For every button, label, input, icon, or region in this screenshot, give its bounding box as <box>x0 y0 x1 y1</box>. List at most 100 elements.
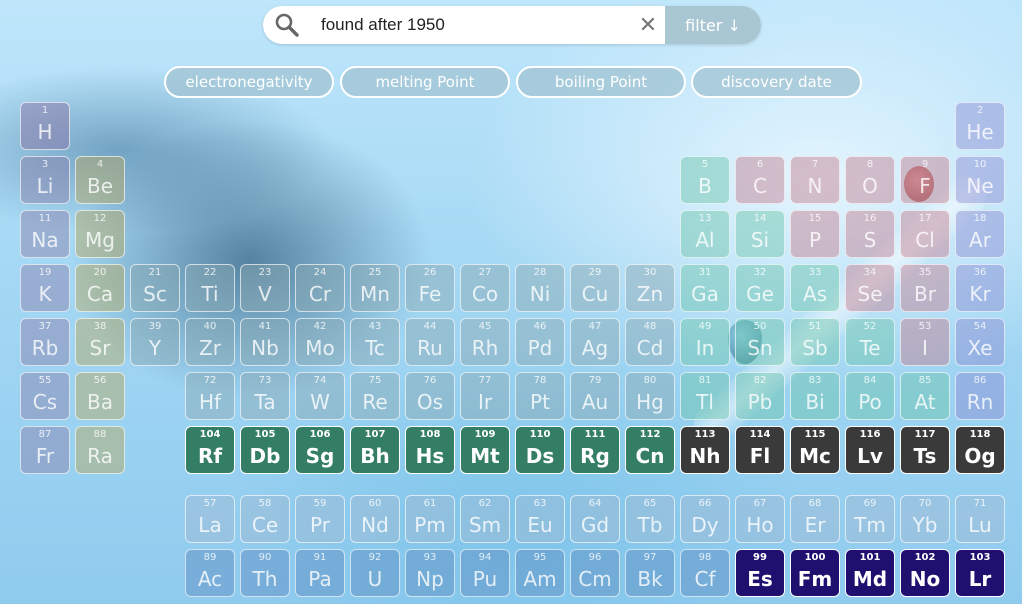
element-tile[interactable]: 68 Er <box>790 495 840 543</box>
element-tile[interactable]: 102 No <box>900 549 950 597</box>
element-tile[interactable]: 30 Zn <box>625 264 675 312</box>
element-tile[interactable]: 94 Pu <box>460 549 510 597</box>
element-tile[interactable]: 37 Rb <box>20 318 70 366</box>
element-tile[interactable]: 36 Kr <box>955 264 1005 312</box>
element-tile[interactable]: 118 Og <box>955 426 1005 474</box>
element-tile[interactable]: 81 Tl <box>680 372 730 420</box>
element-tile[interactable]: 88 Ra <box>75 426 125 474</box>
element-tile[interactable]: 3 Li <box>20 156 70 204</box>
element-tile[interactable]: 82 Pb <box>735 372 785 420</box>
element-tile[interactable]: 97 Bk <box>625 549 675 597</box>
element-tile[interactable]: 10 Ne <box>955 156 1005 204</box>
element-tile[interactable]: 79 Au <box>570 372 620 420</box>
sort-electronegativity-button[interactable]: electronegativity <box>164 66 334 98</box>
element-tile[interactable]: 45 Rh <box>460 318 510 366</box>
element-tile[interactable]: 105 Db <box>240 426 290 474</box>
element-tile[interactable]: 69 Tm <box>845 495 895 543</box>
element-tile[interactable]: 104 Rf <box>185 426 235 474</box>
element-tile[interactable]: 92 U <box>350 549 400 597</box>
element-tile[interactable]: 44 Ru <box>405 318 455 366</box>
element-tile[interactable]: 117 Ts <box>900 426 950 474</box>
element-tile[interactable]: 85 At <box>900 372 950 420</box>
element-tile[interactable]: 101 Md <box>845 549 895 597</box>
element-tile[interactable]: 48 Cd <box>625 318 675 366</box>
element-tile[interactable]: 77 Ir <box>460 372 510 420</box>
element-tile[interactable]: 43 Tc <box>350 318 400 366</box>
element-tile[interactable]: 66 Dy <box>680 495 730 543</box>
element-tile[interactable]: 63 Eu <box>515 495 565 543</box>
element-tile[interactable]: 98 Cf <box>680 549 730 597</box>
element-tile[interactable]: 114 Fl <box>735 426 785 474</box>
element-tile[interactable]: 35 Br <box>900 264 950 312</box>
element-tile[interactable]: 50 Sn <box>735 318 785 366</box>
element-tile[interactable]: 46 Pd <box>515 318 565 366</box>
element-tile[interactable]: 17 Cl <box>900 210 950 258</box>
element-tile[interactable]: 26 Fe <box>405 264 455 312</box>
element-tile[interactable]: 47 Ag <box>570 318 620 366</box>
element-tile[interactable]: 112 Cn <box>625 426 675 474</box>
element-tile[interactable]: 62 Sm <box>460 495 510 543</box>
element-tile[interactable]: 5B <box>680 156 730 204</box>
element-tile[interactable]: 49 In <box>680 318 730 366</box>
element-tile[interactable]: 109 Mt <box>460 426 510 474</box>
element-tile[interactable]: 11 Na <box>20 210 70 258</box>
sort-boiling-point-button[interactable]: boiling Point <box>516 66 686 98</box>
element-tile[interactable]: 111 Rg <box>570 426 620 474</box>
element-tile[interactable]: 20 Ca <box>75 264 125 312</box>
element-tile[interactable]: 9F <box>900 156 950 204</box>
element-tile[interactable]: 21 Sc <box>130 264 180 312</box>
element-tile[interactable]: 34 Se <box>845 264 895 312</box>
element-tile[interactable]: 6C <box>735 156 785 204</box>
element-tile[interactable]: 18 Ar <box>955 210 1005 258</box>
element-tile[interactable]: 57 La <box>185 495 235 543</box>
element-tile[interactable]: 14 Si <box>735 210 785 258</box>
element-tile[interactable]: 13 Al <box>680 210 730 258</box>
element-tile[interactable]: 19 K <box>20 264 70 312</box>
element-tile[interactable]: 65 Tb <box>625 495 675 543</box>
element-tile[interactable]: 39 Y <box>130 318 180 366</box>
filter-button[interactable]: filter ↓ <box>665 6 761 44</box>
element-tile[interactable]: 110 Ds <box>515 426 565 474</box>
element-tile[interactable]: 55 Cs <box>20 372 70 420</box>
element-tile[interactable]: 31 Ga <box>680 264 730 312</box>
element-tile[interactable]: 116 Lv <box>845 426 895 474</box>
element-tile[interactable]: 27 Co <box>460 264 510 312</box>
element-tile[interactable]: 16 S <box>845 210 895 258</box>
element-tile[interactable]: 58 Ce <box>240 495 290 543</box>
element-tile[interactable]: 84 Po <box>845 372 895 420</box>
element-tile[interactable]: 61 Pm <box>405 495 455 543</box>
element-tile[interactable]: 29 Cu <box>570 264 620 312</box>
element-tile[interactable]: 100 Fm <box>790 549 840 597</box>
element-tile[interactable]: 1H <box>20 102 70 150</box>
element-tile[interactable]: 42 Mo <box>295 318 345 366</box>
element-tile[interactable]: 75 Re <box>350 372 400 420</box>
element-tile[interactable]: 72 Hf <box>185 372 235 420</box>
element-tile[interactable]: 108 Hs <box>405 426 455 474</box>
element-tile[interactable]: 73 Ta <box>240 372 290 420</box>
element-tile[interactable]: 28 Ni <box>515 264 565 312</box>
element-tile[interactable]: 103 Lr <box>955 549 1005 597</box>
element-tile[interactable]: 83 Bi <box>790 372 840 420</box>
element-tile[interactable]: 106 Sg <box>295 426 345 474</box>
element-tile[interactable]: 54 Xe <box>955 318 1005 366</box>
element-tile[interactable]: 78 Pt <box>515 372 565 420</box>
sort-discovery-date-button[interactable]: discovery date <box>691 66 862 98</box>
element-tile[interactable]: 53 I <box>900 318 950 366</box>
element-tile[interactable]: 8O <box>845 156 895 204</box>
element-tile[interactable]: 96 Cm <box>570 549 620 597</box>
element-tile[interactable]: 15 P <box>790 210 840 258</box>
element-tile[interactable]: 60 Nd <box>350 495 400 543</box>
element-tile[interactable]: 87 Fr <box>20 426 70 474</box>
element-tile[interactable]: 38 Sr <box>75 318 125 366</box>
element-tile[interactable]: 99 Es <box>735 549 785 597</box>
element-tile[interactable]: 25 Mn <box>350 264 400 312</box>
element-tile[interactable]: 86 Rn <box>955 372 1005 420</box>
element-tile[interactable]: 12 Mg <box>75 210 125 258</box>
element-tile[interactable]: 76 Os <box>405 372 455 420</box>
clear-icon[interactable]: ✕ <box>631 6 665 44</box>
element-tile[interactable]: 74 W <box>295 372 345 420</box>
element-tile[interactable]: 33 As <box>790 264 840 312</box>
element-tile[interactable]: 71 Lu <box>955 495 1005 543</box>
sort-melting-point-button[interactable]: melting Point <box>340 66 510 98</box>
element-tile[interactable]: 115 Mc <box>790 426 840 474</box>
